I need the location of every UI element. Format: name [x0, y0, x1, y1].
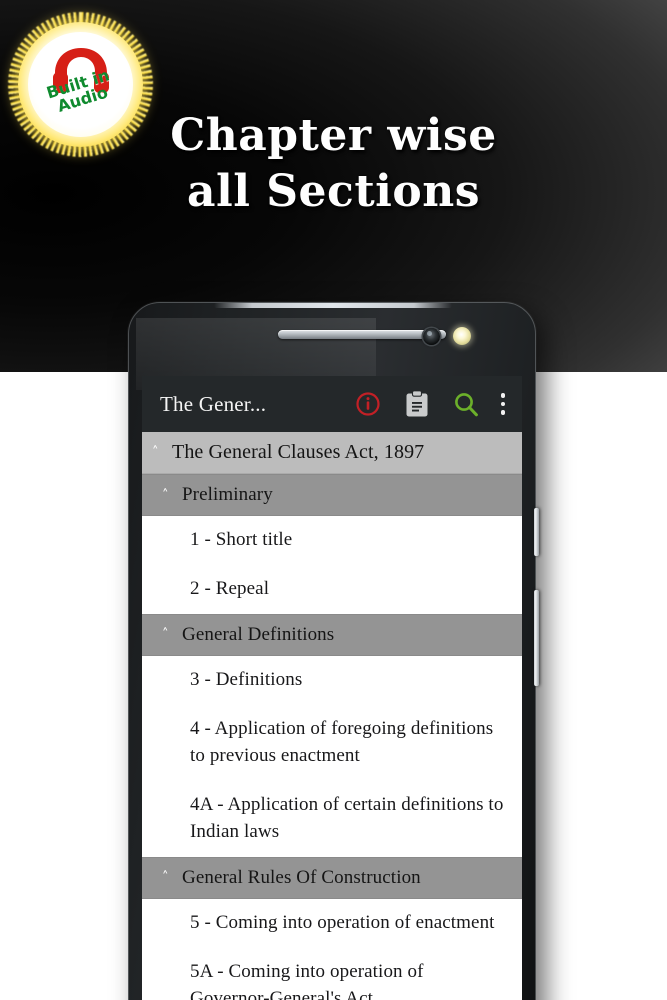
row-label: 4 - Application of foregoing definitions…: [190, 717, 494, 766]
row-label: 3 - Definitions: [190, 668, 303, 690]
chevron-up-icon: ˄: [162, 627, 169, 643]
front-camera-lens: [423, 328, 440, 345]
clipboard-icon: [406, 390, 428, 417]
row-label: Preliminary: [182, 484, 273, 505]
app-title: The Gener...: [160, 391, 267, 416]
row-label: 5 - Coming into operation of enactment: [190, 911, 495, 933]
search-button[interactable]: [451, 389, 481, 419]
overflow-menu-icon: [500, 401, 506, 407]
section-list-item[interactable]: 5 - Coming into operation of enactment: [142, 898, 522, 948]
section-list-item[interactable]: 4 - Application of foregoing definitions…: [142, 704, 522, 781]
chevron-up-icon: ˄: [162, 487, 169, 503]
row-label: 2 - Repeal: [190, 577, 270, 599]
row-label: 4A - Application of certain definitions …: [190, 793, 504, 842]
overflow-menu-icon: [500, 410, 506, 415]
search-icon: [454, 392, 478, 416]
row-label: The General Clauses Act, 1897: [172, 441, 425, 463]
chevron-up-icon: ˄: [152, 445, 159, 460]
section-group-header[interactable]: ˄ The General Clauses Act, 1897: [142, 432, 522, 474]
section-group-header[interactable]: ˄ General Definitions: [142, 613, 522, 656]
section-list-item[interactable]: 4A - Application of certain definitions …: [142, 780, 522, 857]
notes-button[interactable]: [402, 389, 432, 419]
info-button[interactable]: [353, 389, 383, 419]
overflow-menu-button[interactable]: [500, 391, 506, 417]
promo-stage: Built in Audio Chapter wise all Sections…: [0, 0, 667, 1000]
section-list-item[interactable]: 3 - Definitions: [142, 655, 522, 705]
row-label: 5A - Coming into operation of Governor-G…: [190, 960, 424, 1000]
phone-device: The Gener... ˄ The General Clauses Act, …: [128, 302, 539, 1000]
overflow-menu-icon: [500, 393, 506, 398]
promo-headline: Chapter wise all Sections: [0, 108, 667, 221]
power-button[interactable]: [534, 508, 539, 556]
row-label: General Definitions: [182, 623, 335, 645]
headline-line-2: all Sections: [187, 166, 480, 218]
row-label: General Rules Of Construction: [182, 866, 421, 888]
info-icon: [356, 392, 380, 416]
section-group-header[interactable]: ˄ General Rules Of Construction: [142, 856, 522, 899]
speaker-grille: [278, 330, 446, 339]
section-list[interactable]: ˄ The General Clauses Act, 1897 ˄ Prelimina…: [142, 432, 522, 1000]
headline-line-1: Chapter wise: [170, 110, 497, 161]
section-list-item[interactable]: 2 - Repeal: [142, 564, 522, 614]
row-label: 1 - Short title: [190, 529, 293, 550]
app-toolbar: The Gener...: [142, 376, 522, 432]
section-list-item[interactable]: 1 - Short title: [142, 516, 522, 565]
volume-button[interactable]: [534, 590, 539, 686]
phone-top-edge-highlight: [214, 303, 452, 308]
section-list-item[interactable]: 5A - Coming into operation of Governor-G…: [142, 947, 522, 1000]
toolbar-actions: [353, 389, 510, 419]
chevron-up-icon: ˄: [162, 870, 169, 886]
section-group-header[interactable]: ˄ Preliminary: [142, 474, 522, 516]
phone-screen: The Gener... ˄ The General Clauses Act, …: [142, 376, 522, 1000]
front-flash: [453, 327, 471, 345]
